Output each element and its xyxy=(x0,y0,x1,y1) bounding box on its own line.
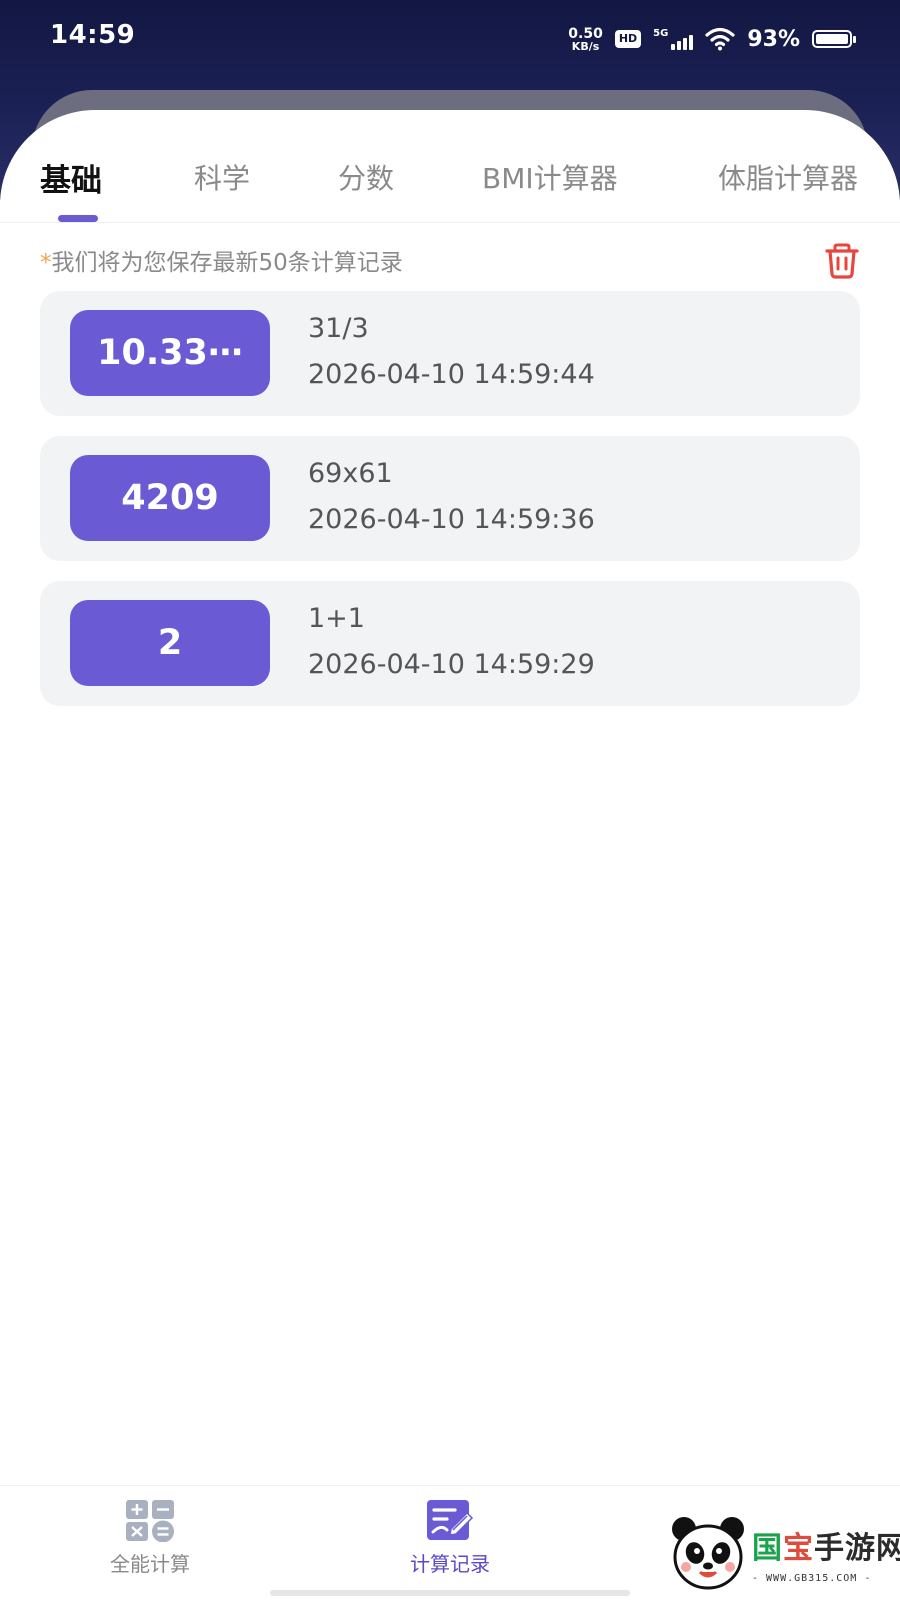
record-result: 10.33⋯ xyxy=(70,310,270,396)
history-edit-icon xyxy=(427,1500,474,1540)
record-timestamp: 2026-04-10 14:59:29 xyxy=(308,649,595,680)
wifi-icon xyxy=(705,27,735,51)
battery-percent: 93% xyxy=(747,26,800,52)
record-timestamp: 2026-04-10 14:59:44 xyxy=(308,359,595,390)
network-speed-value: 0.50 xyxy=(568,25,603,42)
status-bar: 14:59 0.50 KB/s HD 5G 93% xyxy=(0,0,900,80)
history-notice: *我们将为您保存最新50条计算记录 xyxy=(40,243,403,277)
status-indicators: 0.50 KB/s HD 5G 93% xyxy=(568,22,856,56)
notice-star: * xyxy=(40,250,52,276)
tab-bmi-calculator[interactable]: BMI计算器 xyxy=(482,157,618,197)
home-indicator xyxy=(270,1590,630,1596)
calculator-icon xyxy=(126,1500,174,1542)
active-tab-indicator xyxy=(58,215,98,222)
nav-history[interactable]: 计算记录 xyxy=(350,1498,550,1577)
notice-text: 我们将为您保存最新50条计算记录 xyxy=(51,250,403,276)
tab-divider xyxy=(0,222,900,223)
tab-science[interactable]: 科学 xyxy=(194,157,250,197)
network-speed-unit: KB/s xyxy=(571,39,600,53)
tab-body-fat-calculator[interactable]: 体脂计算器 xyxy=(718,157,858,197)
hd-badge: HD xyxy=(614,30,642,48)
history-record[interactable]: 2 1+1 2026-04-10 14:59:29 xyxy=(40,581,860,706)
nav-all-calculators[interactable]: 全能计算 xyxy=(50,1498,250,1577)
tab-bar: 基础 科学 分数 BMI计算器 体脂计算器 xyxy=(0,145,900,225)
cellular-signal-icon: 5G xyxy=(653,28,694,50)
record-result: 2 xyxy=(70,600,270,686)
status-time: 14:59 xyxy=(50,20,136,50)
record-expression: 69x61 xyxy=(308,458,393,489)
signal-label: 5G xyxy=(653,28,669,39)
history-record[interactable]: 4209 69x61 2026-04-10 14:59:36 xyxy=(40,436,860,561)
network-speed: 0.50 KB/s xyxy=(568,27,603,52)
watermark-brand: 国宝手游网 xyxy=(752,1531,900,1566)
nav-all-calculators-label: 全能计算 xyxy=(110,1552,190,1576)
panda-icon xyxy=(672,1517,744,1590)
tab-basic[interactable]: 基础 xyxy=(40,155,102,200)
nav-history-label: 计算记录 xyxy=(410,1552,490,1576)
record-expression: 1+1 xyxy=(308,603,365,634)
record-timestamp: 2026-04-10 14:59:36 xyxy=(308,504,595,535)
history-record[interactable]: 10.33⋯ 31/3 2026-04-10 14:59:44 xyxy=(40,291,860,416)
trash-icon[interactable] xyxy=(822,243,862,279)
battery-icon xyxy=(812,30,856,48)
tab-fraction[interactable]: 分数 xyxy=(338,157,394,197)
watermark-logo: 国宝手游网 - WWW.GB315.COM - xyxy=(648,1505,900,1600)
record-expression: 31/3 xyxy=(308,313,369,344)
record-result: 4209 xyxy=(70,455,270,541)
watermark-url: - WWW.GB315.COM - xyxy=(752,1573,872,1584)
